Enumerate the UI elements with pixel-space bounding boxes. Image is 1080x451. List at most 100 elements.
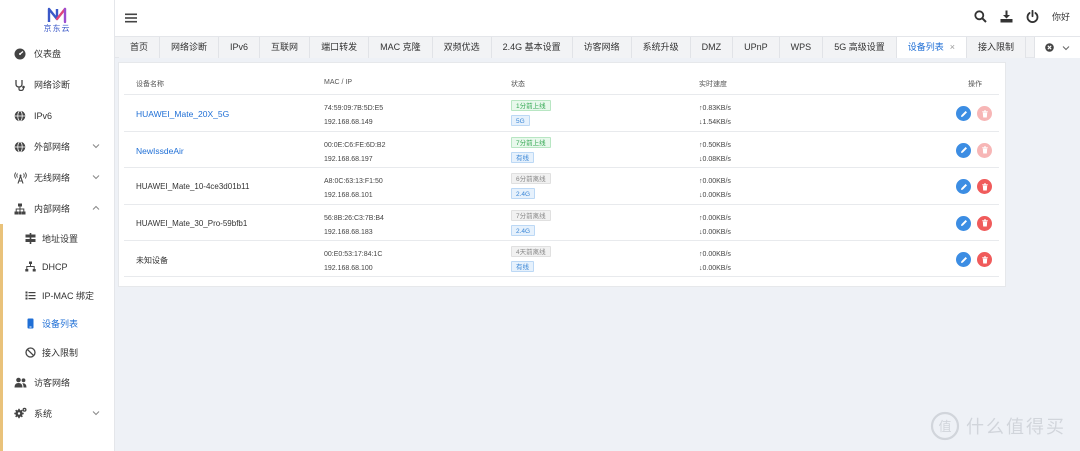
tab-diagnose[interactable]: 网络诊断 bbox=[160, 37, 220, 58]
sidebar-item-dashboard[interactable]: 仪表盘 bbox=[0, 38, 114, 69]
header-speed: 实时速度 bbox=[699, 81, 727, 88]
sidebar-item-guest[interactable]: 访客网络 bbox=[0, 367, 114, 398]
wifi-tower-icon bbox=[13, 171, 27, 185]
upload-speed: ↑0.50KB/s bbox=[699, 141, 731, 149]
device-speed: ↑0.00KB/s ↓0.00KB/s bbox=[699, 212, 731, 240]
tab-tools-menu[interactable] bbox=[1034, 37, 1080, 58]
sidebar-item-lan[interactable]: 内部网络 bbox=[0, 193, 114, 224]
device-mac: A8:0C:63:13:F1:50 bbox=[324, 178, 383, 185]
watermark-text: 什么值得买 bbox=[966, 417, 1066, 437]
upload-speed: ↑0.83KB/s bbox=[699, 105, 731, 112]
user-greeting[interactable]: 你好 bbox=[1052, 10, 1070, 23]
sidebar-subitem-access-limit[interactable]: 接入限制 bbox=[0, 338, 114, 367]
sidebar-item-system[interactable]: 系统 bbox=[0, 398, 114, 429]
row-actions bbox=[956, 106, 992, 121]
menu-toggle-icon[interactable] bbox=[125, 12, 137, 24]
close-icon[interactable]: × bbox=[950, 42, 955, 52]
pencil-icon bbox=[960, 147, 967, 153]
delete-button[interactable] bbox=[977, 106, 992, 121]
device-mac: 00:E0:53:17:84:1C bbox=[324, 251, 383, 258]
chevron-down-icon bbox=[92, 144, 100, 149]
edit-button[interactable] bbox=[956, 106, 971, 121]
device-ip: 192.168.68.149 bbox=[324, 119, 373, 126]
device-name[interactable]: NewIssdeAir bbox=[136, 146, 184, 156]
sidebar-subitem-label: 接入限制 bbox=[42, 347, 79, 358]
download-speed: ↓0.00KB/s bbox=[699, 228, 731, 236]
tab-upnp[interactable]: UPnP bbox=[733, 37, 780, 58]
tab-dual-band[interactable]: 双频优选 bbox=[432, 37, 492, 58]
sidebar-item-wireless[interactable]: 无线网络 bbox=[0, 162, 114, 193]
tab-internet[interactable]: 互联网 bbox=[260, 37, 311, 58]
delete-button[interactable] bbox=[977, 252, 992, 267]
device-mac-ip: 74:59:09:7B:5D:E5 192.168.68.149 bbox=[324, 102, 383, 130]
tab-home[interactable]: 首页 bbox=[119, 37, 161, 58]
signpost-icon bbox=[24, 232, 36, 244]
users-icon bbox=[13, 375, 27, 389]
edit-button[interactable] bbox=[956, 215, 971, 231]
sidebar-item-ipv6[interactable]: IPv6 bbox=[0, 100, 114, 131]
top-actions: 你好 bbox=[974, 10, 1070, 23]
tab-ipv6[interactable]: IPv6 bbox=[219, 37, 261, 58]
sidebar-subitem-ipmac[interactable]: IP-MAC 绑定 bbox=[0, 281, 114, 310]
sidebar-item-diagnose[interactable]: 网络诊断 bbox=[0, 69, 114, 100]
power-icon[interactable] bbox=[1026, 10, 1039, 23]
device-mac: 74:59:09:7B:5D:E5 bbox=[324, 105, 384, 112]
device-ip: 192.168.68.101 bbox=[324, 192, 373, 199]
device-speed: ↑0.00KB/s ↓0.00KB/s bbox=[699, 175, 731, 203]
sidebar-subitem-devices[interactable]: 设备列表 bbox=[0, 310, 114, 339]
band-badge: 2.4G bbox=[511, 224, 536, 236]
edit-button[interactable] bbox=[956, 252, 971, 267]
tab-wps[interactable]: WPS bbox=[779, 37, 824, 58]
device-speed: ↑0.50KB/s ↓0.08KB/s bbox=[699, 139, 731, 167]
chevron-down-icon bbox=[92, 410, 100, 415]
tab-guest-network[interactable]: 访客网络 bbox=[572, 37, 632, 58]
header-device-name: 设备名称 bbox=[136, 81, 164, 88]
pencil-icon bbox=[960, 256, 967, 263]
sidebar-item-label: IPv6 bbox=[34, 110, 53, 121]
status-badge: 7分前上线 bbox=[511, 136, 551, 148]
sidebar-subitem-address[interactable]: 地址设置 bbox=[0, 224, 114, 253]
tab-list: 首页 网络诊断 IPv6 互联网 端口转发 MAC 克隆 双频优选 2.4G 基… bbox=[119, 37, 1026, 58]
device-name[interactable]: HUAWEI_Mate_20X_5G bbox=[136, 109, 229, 119]
brand-logo-text: 京东云 bbox=[43, 24, 71, 33]
jdcloud-logo-icon bbox=[47, 7, 67, 24]
sidebar-item-label: 仪表盘 bbox=[34, 49, 62, 59]
edit-button[interactable] bbox=[956, 179, 971, 194]
table-body: HUAWEI_Mate_20X_5G 74:59:09:7B:5D:E5 192… bbox=[124, 94, 999, 277]
tab-device-list[interactable]: 设备列表 × bbox=[896, 37, 967, 58]
device-list-panel: 设备名称 MAC / IP 状态 实时速度 操作 HUAWEI_Mate_20X… bbox=[118, 62, 1006, 287]
sidebar-item-label: 内部网络 bbox=[34, 204, 71, 214]
download-icon[interactable] bbox=[1000, 10, 1013, 23]
tab-bar: 首页 网络诊断 IPv6 互联网 端口转发 MAC 克隆 双频优选 2.4G 基… bbox=[115, 37, 1080, 58]
device-mac-ip: A8:0C:63:13:F1:50 192.168.68.101 bbox=[324, 175, 383, 203]
sidebar-item-wan[interactable]: 外部网络 bbox=[0, 131, 114, 162]
tab-access-limit[interactable]: 接入限制 bbox=[966, 37, 1026, 58]
tab-dmz[interactable]: DMZ bbox=[690, 37, 734, 58]
sidebar-item-label: 网络诊断 bbox=[34, 80, 71, 90]
tab-system-upgrade[interactable]: 系统升级 bbox=[631, 37, 691, 58]
delete-button[interactable] bbox=[977, 215, 992, 231]
download-speed: ↓0.08KB/s bbox=[699, 155, 731, 163]
delete-button[interactable] bbox=[977, 142, 992, 158]
status-badge: 7分前离线 bbox=[511, 209, 551, 221]
tab-24g-basic[interactable]: 2.4G 基本设置 bbox=[491, 37, 573, 58]
top-bar: 你好 bbox=[115, 0, 1080, 37]
mobile-icon bbox=[24, 318, 36, 330]
edit-button[interactable] bbox=[956, 142, 971, 158]
tab-port-forward[interactable]: 端口转发 bbox=[310, 37, 370, 58]
table-row: HUAWEI_Mate_30_Pro-59bfb1 56:8B:26:C3:7B… bbox=[124, 203, 999, 241]
watermark-logo-icon: 值 bbox=[930, 411, 960, 441]
band-badge: 有线 bbox=[511, 261, 534, 272]
status-badge: 1分前上线 bbox=[511, 100, 551, 111]
stethoscope-icon bbox=[13, 78, 27, 92]
sidebar-item-label: 无线网络 bbox=[34, 173, 71, 183]
device-mac-ip: 00:0E:C6:FE:6D:B2 192.168.68.197 bbox=[324, 139, 385, 167]
delete-button[interactable] bbox=[977, 179, 992, 194]
brand-logo[interactable]: 京东云 bbox=[0, 0, 114, 38]
search-icon[interactable] bbox=[974, 10, 987, 23]
tab-mac-clone[interactable]: MAC 克隆 bbox=[369, 37, 433, 58]
svg-text:值: 值 bbox=[938, 419, 951, 435]
sidebar-subitem-dhcp[interactable]: DHCP bbox=[0, 253, 114, 282]
tab-5g-advanced[interactable]: 5G 高级设置 bbox=[823, 37, 897, 58]
sidebar-item-label: 系统 bbox=[34, 408, 53, 419]
